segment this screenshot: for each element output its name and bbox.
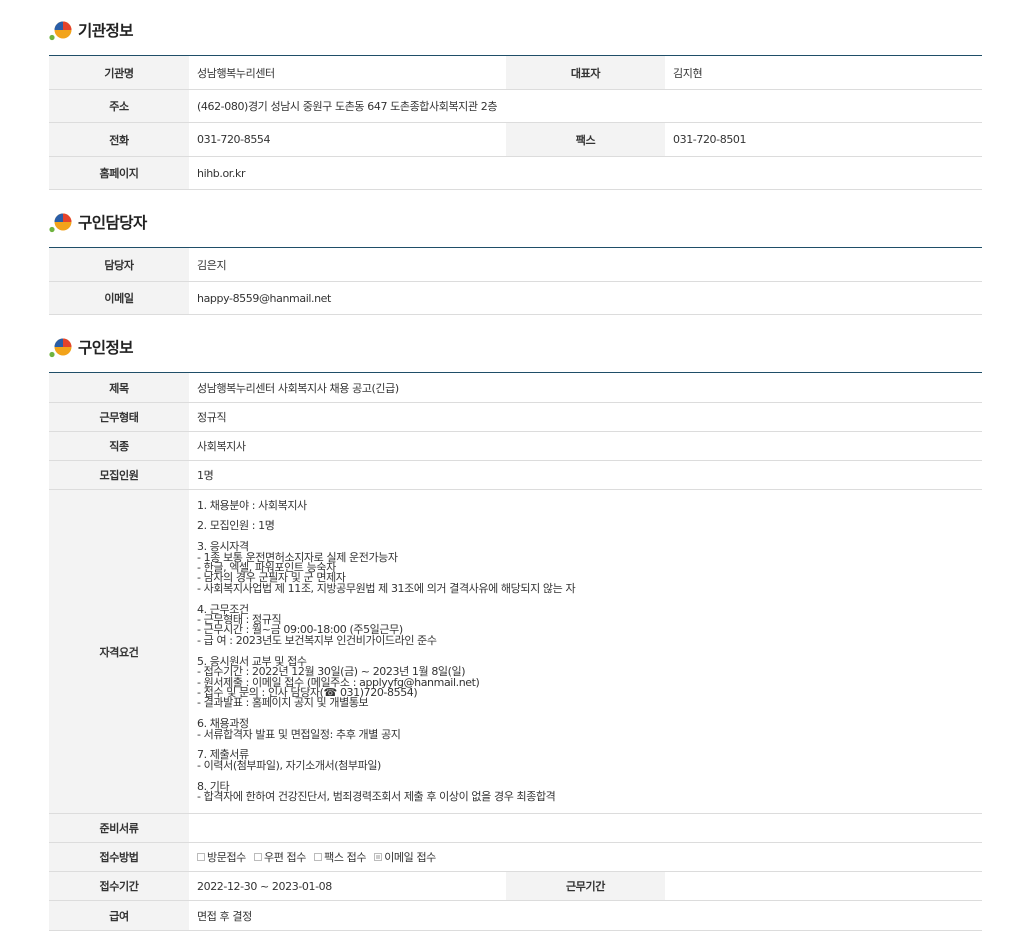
table-row: 이메일 happy-8559@hanmail.net	[49, 281, 982, 315]
contact-info-table: 담당자 김은지 이메일 happy-8559@hanmail.net	[49, 247, 982, 315]
section-logo-icon	[49, 19, 73, 41]
org-tel-value: 031-720-8554	[189, 122, 506, 157]
checkbox-icon	[314, 853, 323, 861]
table-row: 접수기간 2022-12-30 ~ 2023-01-08 근무기간	[49, 871, 982, 901]
table-row: 접수방법 방문접수 우편 접수 팩스 접수 이메일 접수	[49, 842, 982, 872]
table-row: 직종 사회복지사	[49, 431, 982, 461]
org-addr-label: 주소	[49, 89, 189, 123]
org-name-label: 기관명	[49, 55, 189, 90]
org-info-table: 기관명 성남행복누리센터 대표자 김지현 주소 (462-080)경기 성남시 …	[49, 55, 982, 190]
table-row: 준비서류	[49, 813, 982, 843]
job-type-label: 근무형태	[49, 402, 189, 432]
method-post[interactable]: 우편 접수	[254, 849, 306, 865]
org-fax-value: 031-720-8501	[665, 122, 982, 157]
table-row: 홈페이지 hihb.or.kr	[49, 156, 982, 190]
job-count-label: 모집인원	[49, 460, 189, 490]
contact-email-label: 이메일	[49, 281, 189, 315]
checkbox-icon	[254, 853, 262, 861]
table-row: 모집인원 1명	[49, 460, 982, 490]
table-row: 담당자 김은지	[49, 247, 982, 282]
contact-email-link[interactable]: happy-8559@hanmail.net	[189, 281, 982, 315]
table-row: 자격요건 1. 채용분야 : 사회복지사 2. 모집인원 : 1명 3. 응시자…	[49, 489, 982, 814]
job-subject-value: 성남행복누리센터 사회복지사 채용 공고(긴급)	[189, 372, 982, 403]
section-title-org: 기관정보	[49, 15, 134, 45]
table-row: 근무형태 정규직	[49, 402, 982, 432]
org-rep-value: 김지현	[665, 55, 982, 90]
section-heading: 구인담당자	[78, 214, 147, 232]
job-count-value: 1명	[189, 460, 982, 490]
contact-person-value: 김은지	[189, 247, 982, 282]
org-home-link[interactable]: hihb.or.kr	[189, 156, 982, 190]
job-period-value: 2022-12-30 ~ 2023-01-08	[189, 871, 506, 901]
checkbox-checked-icon	[374, 853, 383, 861]
org-fax-label: 팩스	[506, 122, 665, 157]
org-addr-value: (462-080)경기 성남시 중원구 도촌동 647 도촌종합사회복지관 2층	[189, 89, 982, 123]
table-row: 주소 (462-080)경기 성남시 중원구 도촌동 647 도촌종합사회복지관…	[49, 89, 982, 123]
org-rep-label: 대표자	[506, 55, 665, 90]
table-row: 기관명 성남행복누리센터 대표자 김지현	[49, 55, 982, 90]
job-info-table: 제목 성남행복누리센터 사회복지사 채용 공고(긴급) 근무형태 정규직 직종 …	[49, 372, 982, 931]
section-title-job: 구인정보	[49, 332, 134, 362]
job-salary-value: 면접 후 결정	[189, 900, 982, 931]
job-method-value: 방문접수 우편 접수 팩스 접수 이메일 접수	[189, 842, 982, 872]
section-heading: 기관정보	[78, 22, 134, 40]
job-kind-label: 직종	[49, 431, 189, 461]
job-subject-label: 제목	[49, 372, 189, 403]
org-tel-label: 전화	[49, 122, 189, 157]
checkbox-icon	[197, 853, 205, 861]
section-heading: 구인정보	[78, 339, 134, 357]
job-salary-label: 급여	[49, 900, 189, 931]
org-name-value: 성남행복누리센터	[189, 55, 506, 90]
section-logo-icon	[49, 211, 73, 233]
table-row: 제목 성남행복누리센터 사회복지사 채용 공고(긴급)	[49, 372, 982, 403]
job-workperiod-value	[665, 871, 982, 901]
job-qual-value: 1. 채용분야 : 사회복지사 2. 모집인원 : 1명 3. 응시자격 - 1…	[189, 489, 982, 814]
method-email[interactable]: 이메일 접수	[374, 849, 436, 865]
section-title-contact: 구인담당자	[49, 207, 147, 237]
job-qual-label: 자격요건	[49, 489, 189, 814]
table-row: 전화 031-720-8554 팩스 031-720-8501	[49, 122, 982, 157]
job-kind-value: 사회복지사	[189, 431, 982, 461]
method-visit[interactable]: 방문접수	[197, 849, 246, 865]
job-period-label: 접수기간	[49, 871, 189, 901]
table-row: 급여 면접 후 결정	[49, 900, 982, 931]
job-docs-value	[189, 813, 982, 843]
contact-person-label: 담당자	[49, 247, 189, 282]
section-logo-icon	[49, 336, 73, 358]
job-workperiod-label: 근무기간	[506, 871, 665, 901]
job-type-value: 정규직	[189, 402, 982, 432]
org-home-label: 홈페이지	[49, 156, 189, 190]
method-fax[interactable]: 팩스 접수	[314, 849, 366, 865]
job-docs-label: 준비서류	[49, 813, 189, 843]
job-method-label: 접수방법	[49, 842, 189, 872]
